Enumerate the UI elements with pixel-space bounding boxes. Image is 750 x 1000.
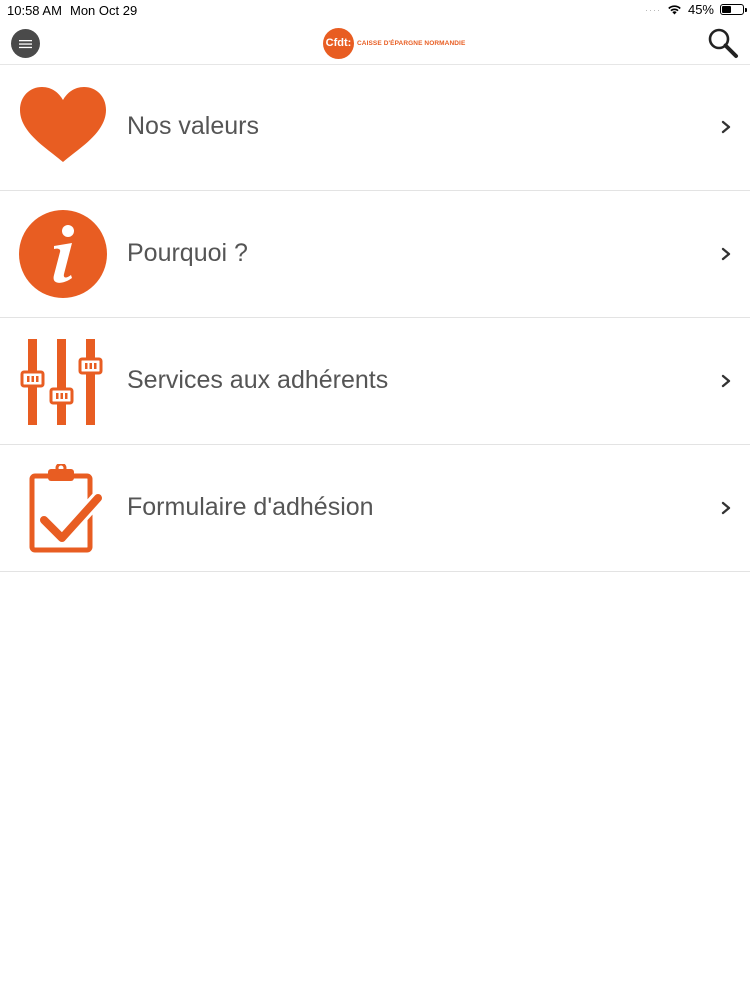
search-button[interactable] — [706, 26, 740, 60]
logo-mark: Cfdt: — [323, 27, 354, 59]
chevron-right-icon — [721, 120, 731, 134]
signal-icon: ···· — [644, 4, 661, 15]
menu-item-label: Pourquoi ? — [127, 239, 248, 267]
sliders-icon — [18, 337, 108, 427]
chevron-right-icon — [721, 247, 731, 261]
menu-item-formulaire-adhesion[interactable]: Formulaire d'adhésion — [0, 445, 750, 572]
status-time: 10:58 AM — [7, 3, 62, 18]
heart-icon — [18, 83, 108, 173]
app-header: Cfdt: CAISSE D'ÉPARGNE NORMANDIE — [0, 22, 750, 65]
wifi-icon — [668, 5, 681, 15]
menu-item-services-aux-adherents[interactable]: Services aux adhérents — [0, 318, 750, 445]
menu-item-label: Nos valeurs — [127, 112, 259, 140]
menu-item-label: Services aux adhérents — [127, 366, 389, 394]
chevron-right-icon — [721, 501, 731, 515]
magnifier-icon — [708, 28, 738, 58]
status-indicators: ···· 45% — [644, 2, 747, 17]
menu-list: Nos valeurs Pourquoi ? Services aux adhé… — [0, 64, 750, 572]
menu-item-nos-valeurs[interactable]: Nos valeurs — [0, 64, 750, 191]
logo-text: CAISSE D'ÉPARGNE NORMANDIE — [357, 39, 466, 47]
app-screen: 10:58 AM Mon Oct 29 ···· 45% Cfdt: CAISS… — [0, 0, 750, 1000]
battery-icon — [720, 4, 747, 15]
chevron-right-icon — [721, 374, 731, 388]
menu-item-label: Formulaire d'adhésion — [127, 493, 374, 521]
app-logo: Cfdt: CAISSE D'ÉPARGNE NORMANDIE — [323, 27, 465, 59]
info-icon — [18, 210, 108, 300]
battery-level — [722, 6, 731, 13]
clipboard-check-icon — [18, 462, 108, 554]
battery-percent: 45% — [687, 2, 714, 17]
status-date: Mon Oct 29 — [70, 3, 138, 18]
status-bar: 10:58 AM Mon Oct 29 ···· 45% — [0, 0, 750, 22]
hamburger-icon — [19, 39, 32, 48]
menu-button[interactable] — [11, 29, 40, 58]
menu-item-pourquoi[interactable]: Pourquoi ? — [0, 191, 750, 318]
